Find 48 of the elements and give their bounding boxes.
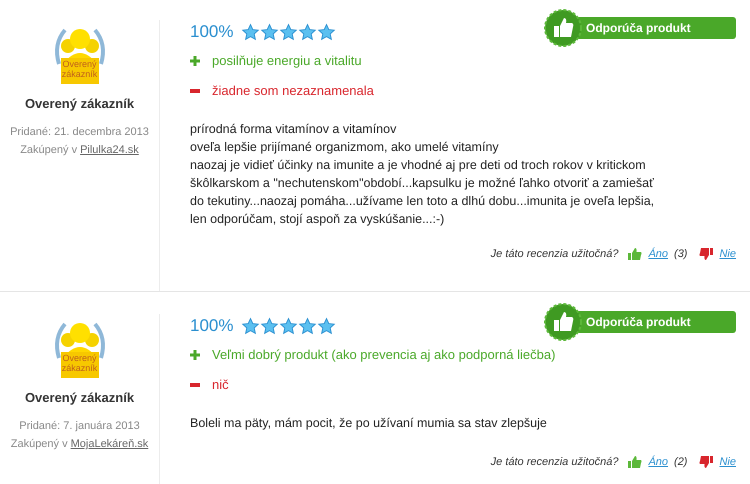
reviewer-name: Overený zákazník xyxy=(24,389,134,407)
shop-link[interactable]: MojaLekáreň.sk xyxy=(70,436,148,452)
review-text: oveľa lepšie prijímané organizmom, ako umelé vitamíny xyxy=(190,139,500,156)
helpful-question: Je táto recenzia užitočná? xyxy=(490,247,618,262)
cons-text: žiadne som nezaznamenala xyxy=(212,82,374,100)
shop-link[interactable]: Pilulka24.sk xyxy=(80,142,139,158)
star-icon xyxy=(241,316,260,336)
review-text: prírodná forma vitamínov a vitamínov xyxy=(190,121,398,138)
star-icon xyxy=(279,22,298,42)
date-added: Pridané: 7. januára 2013 xyxy=(19,418,140,434)
review-text: naozaj je vidieť účinky na imunite a je vhodné aj pre deti od troch rokov v kritickom škôlkarskom a "nechutenskom"období...kapsulku je možné ľahko otvoriť a zamiešať do tekutiny...naozaj pomáha...užívame len toto a dlhú dobu...imunita je oveľa lepšia, len odporúčam, stojí aspoň za vyskúšanie...:-) xyxy=(190,157,656,228)
cons-text: nič xyxy=(212,376,229,394)
thumbs-up-icon xyxy=(544,303,582,341)
badge-label: Overený zákazník xyxy=(60,59,98,79)
yes-count: (2) xyxy=(674,455,688,470)
star-icon xyxy=(241,22,260,42)
star-icon xyxy=(260,316,280,336)
thumbs-up-icon xyxy=(628,456,642,468)
yes-count: (3) xyxy=(674,247,688,262)
reviewer-name: Overený zákazník xyxy=(24,95,134,113)
star-icon xyxy=(317,22,336,42)
thumbs-up-icon xyxy=(628,248,642,260)
thumbs-down-icon xyxy=(699,456,714,468)
review-text: Boleli ma päty, mám pocit, že po užívaní mumia sa stav zlepšuje xyxy=(190,415,548,432)
purchased-label: Zakúpený v xyxy=(20,143,78,158)
rating-percent: 100% xyxy=(190,315,234,338)
star-icon xyxy=(298,22,318,42)
star-icon xyxy=(260,22,280,42)
minus-icon xyxy=(190,383,200,387)
agree-link[interactable]: Áno xyxy=(648,454,668,470)
disagree-link[interactable]: Nie xyxy=(719,454,736,470)
plus-icon xyxy=(190,350,200,360)
helpful-question: Je táto recenzia užitočná? xyxy=(490,455,618,470)
star-icon xyxy=(317,316,336,336)
pros-text: Veľmi dobrý produkt (ako prevencia aj ako podporná liečba) xyxy=(212,346,556,364)
star-icon xyxy=(279,316,298,336)
disagree-link[interactable]: Nie xyxy=(719,246,736,262)
star-icon xyxy=(298,316,318,336)
badge-label: Overený zákazník xyxy=(60,353,98,373)
plus-icon xyxy=(190,56,200,66)
thumbs-up-icon xyxy=(544,9,582,47)
purchased-label: Zakúpený v xyxy=(10,437,68,452)
date-added: Pridané: 21. decembra 2013 xyxy=(10,124,149,140)
agree-link[interactable]: Áno xyxy=(648,246,668,262)
thumbs-down-icon xyxy=(699,248,714,260)
minus-icon xyxy=(190,89,200,93)
rating-percent: 100% xyxy=(190,21,234,44)
pros-text: posilňuje energiu a vitalitu xyxy=(212,52,362,70)
